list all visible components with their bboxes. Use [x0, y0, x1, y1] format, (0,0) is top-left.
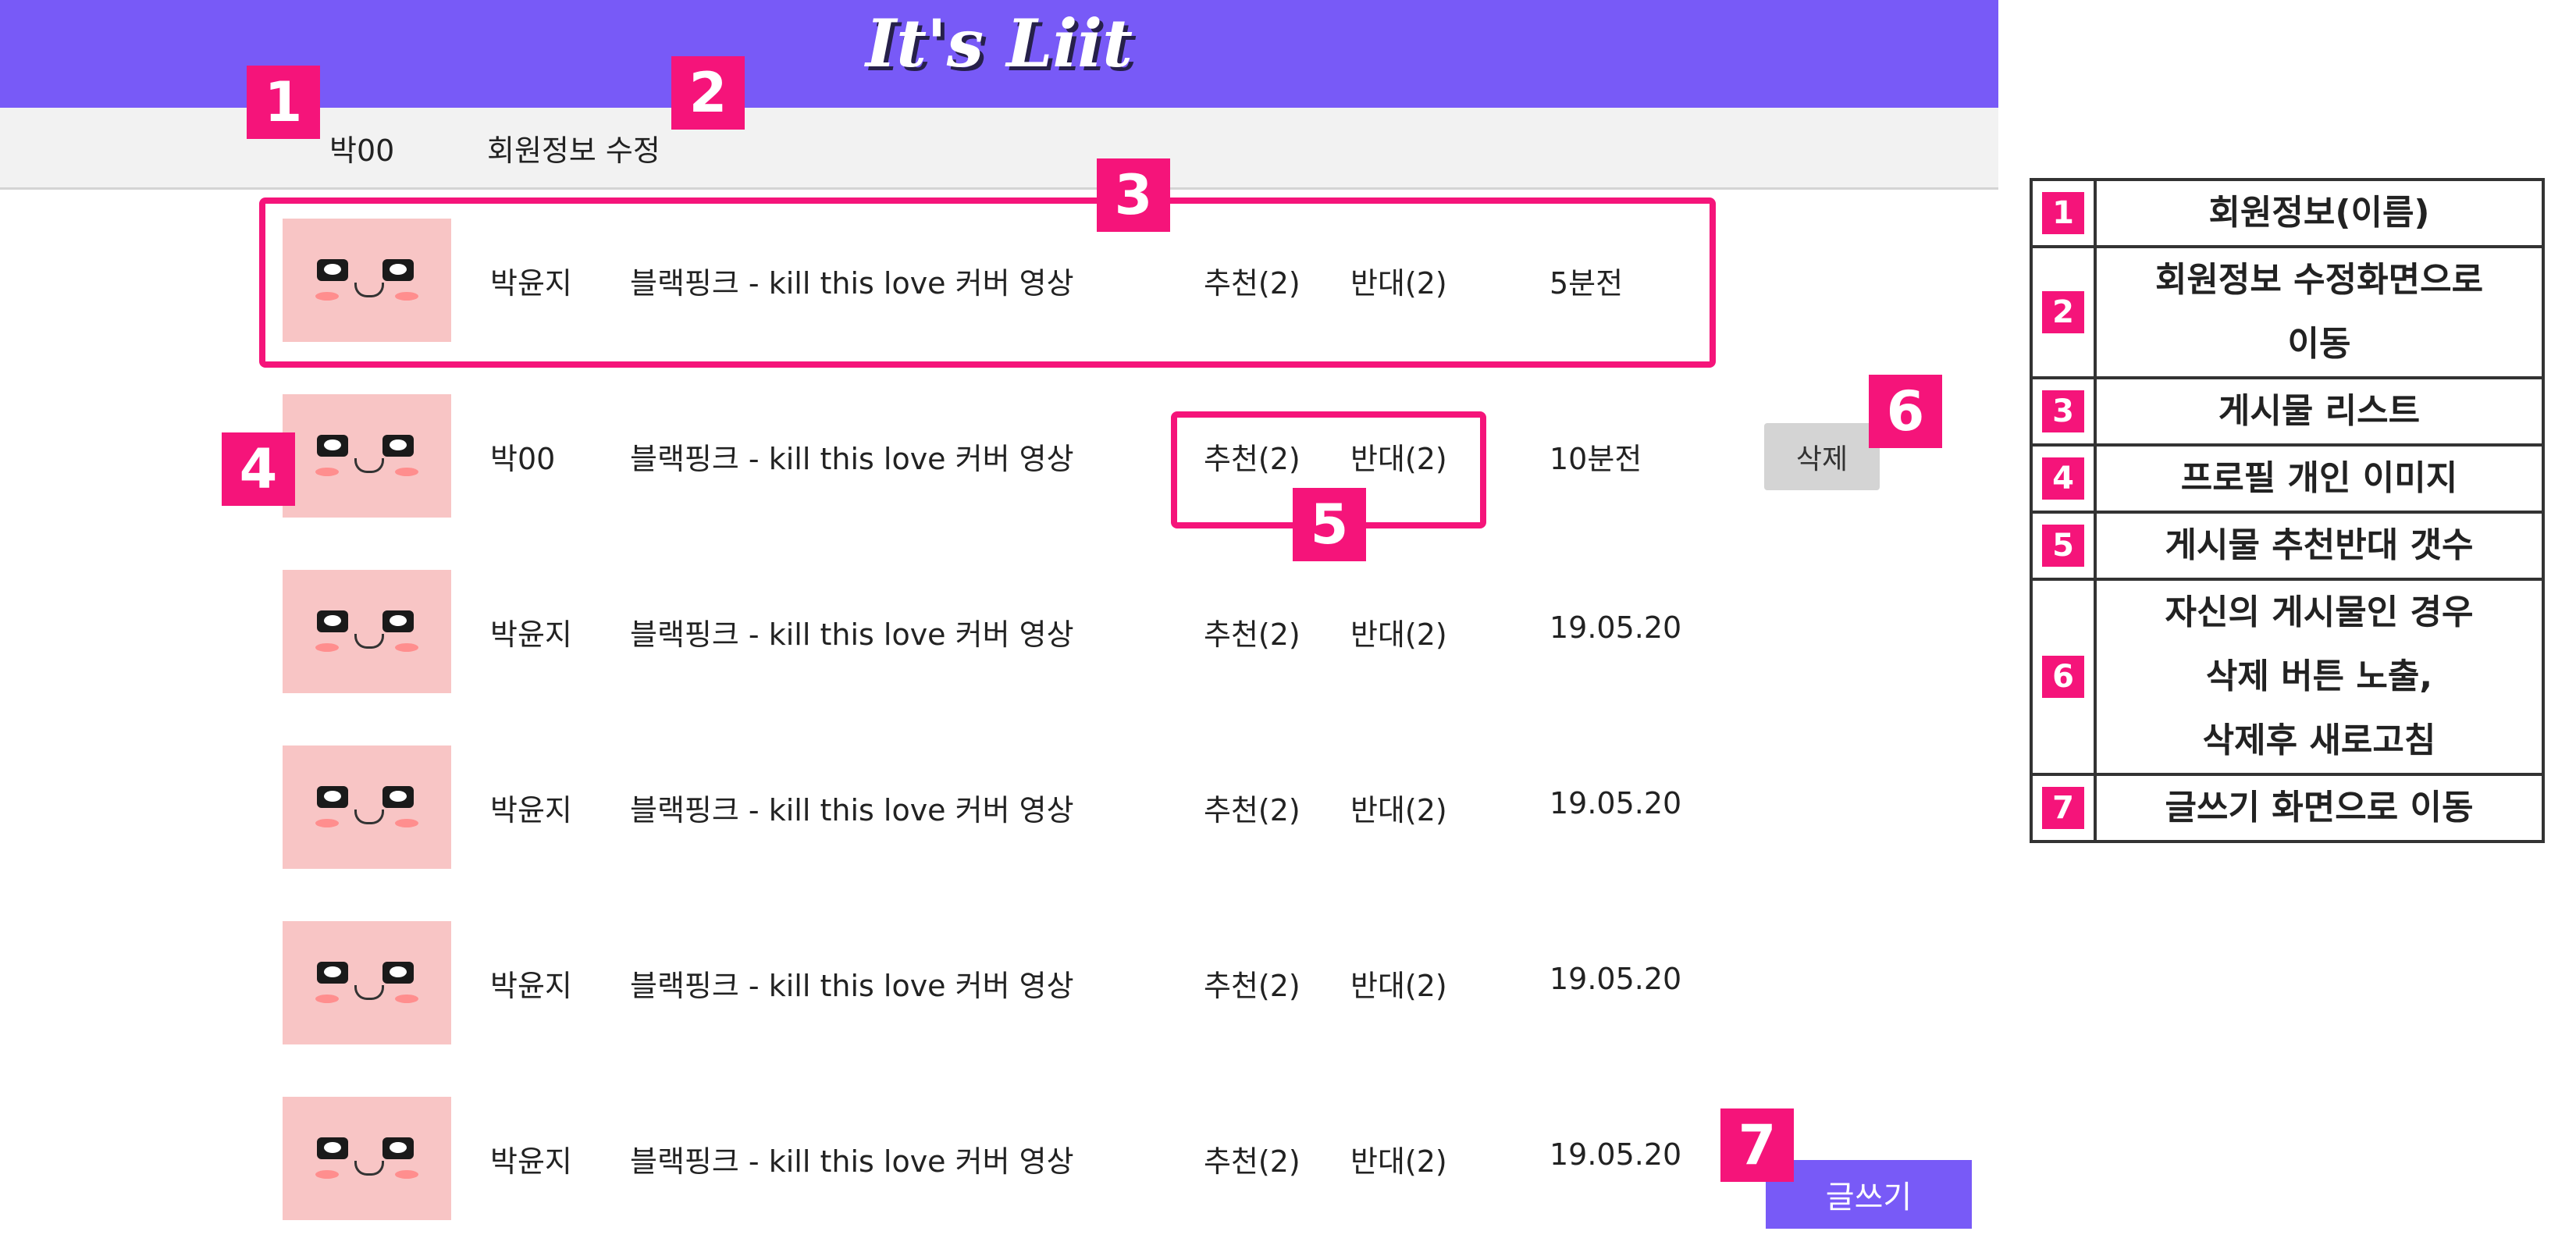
write-button[interactable]: 글쓰기 — [1766, 1160, 1972, 1229]
annotation-badge: 3 — [1097, 158, 1170, 232]
avatar-blush-left — [315, 819, 339, 827]
legend-row: 2 회원정보 수정화면으로 이동 — [2030, 245, 2545, 379]
avatar-blush-left — [315, 1170, 339, 1179]
legend-row: 7 글쓰기 화면으로 이동 — [2030, 773, 2545, 843]
member-edit-link[interactable]: 회원정보 수정 — [487, 126, 660, 169]
profile-avatar — [283, 1097, 451, 1220]
legend-badge: 1 — [2042, 192, 2084, 234]
avatar-eye-right — [382, 962, 414, 984]
legend-row: 5 게시물 추천반대 갯수 — [2030, 511, 2545, 581]
annotation-badge: 2 — [671, 56, 745, 130]
legend-text: 게시물 리스트 — [2094, 376, 2545, 447]
post-row[interactable]: 박윤지 블랙핑크 - kill this love 커버 영상 추천(2) 반대… — [0, 1097, 1998, 1222]
post-time: 19.05.20 — [1550, 962, 1682, 996]
avatar-mouth — [354, 458, 384, 473]
annotation-badge: 6 — [1869, 375, 1942, 448]
recommend-count[interactable]: 추천(2) — [1204, 1137, 1300, 1180]
avatar-eye-left — [317, 610, 348, 632]
profile-avatar — [283, 570, 451, 693]
avatar-blush-right — [395, 1170, 418, 1179]
annotation-legend: 1 회원정보(이름) 2 회원정보 수정화면으로 이동 3 게시물 리스트 4 … — [2030, 178, 2545, 843]
annotation-badge: 7 — [1720, 1108, 1794, 1182]
oppose-count[interactable]: 반대(2) — [1350, 962, 1447, 1005]
avatar-blush-left — [315, 643, 339, 652]
profile-avatar — [283, 394, 451, 518]
post-author: 박00 — [490, 442, 556, 476]
annotation-badge: 1 — [247, 66, 320, 139]
post-author: 박윤지 — [490, 1144, 572, 1179]
legend-badge: 7 — [2042, 787, 2084, 829]
annotation-box-post-list — [259, 197, 1716, 368]
avatar-blush-right — [395, 819, 418, 827]
avatar-blush-left — [315, 468, 339, 476]
legend-row: 6 자신의 게시물인 경우 삭제 버튼 노출, 삭제후 새로고침 — [2030, 578, 2545, 776]
profile-avatar — [283, 745, 451, 869]
avatar-eye-left — [317, 435, 348, 457]
post-title[interactable]: 블랙핑크 - kill this love 커버 영상 — [630, 1137, 1074, 1180]
avatar-blush-right — [395, 643, 418, 652]
legend-text: 회원정보 수정화면으로 이동 — [2094, 245, 2545, 379]
legend-row: 4 프로필 개인 이미지 — [2030, 443, 2545, 514]
avatar-eye-right — [382, 1137, 414, 1159]
avatar-blush-right — [395, 468, 418, 476]
member-name: 박00 — [329, 133, 395, 168]
annotation-badge: 4 — [222, 432, 295, 506]
post-row[interactable]: 박윤지 블랙핑크 - kill this love 커버 영상 추천(2) 반대… — [0, 745, 1998, 870]
legend-badge: 4 — [2042, 457, 2084, 500]
delete-button[interactable]: 삭제 — [1764, 423, 1880, 490]
post-row[interactable]: 박윤지 블랙핑크 - kill this love 커버 영상 추천(2) 반대… — [0, 921, 1998, 1046]
legend-text: 게시물 추천반대 갯수 — [2094, 511, 2545, 581]
avatar-eye-right — [382, 435, 414, 457]
legend-badge: 2 — [2042, 291, 2084, 333]
legend-row: 1 회원정보(이름) — [2030, 178, 2545, 248]
legend-badge: 6 — [2042, 656, 2084, 698]
post-author: 박윤지 — [490, 617, 572, 652]
avatar-mouth — [354, 634, 384, 649]
legend-text: 프로필 개인 이미지 — [2094, 443, 2545, 514]
post-title[interactable]: 블랙핑크 - kill this love 커버 영상 — [630, 786, 1074, 829]
avatar-eye-right — [382, 610, 414, 632]
recommend-count[interactable]: 추천(2) — [1204, 962, 1300, 1005]
post-author: 박윤지 — [490, 793, 572, 827]
avatar-mouth — [354, 1161, 384, 1176]
post-title[interactable]: 블랙핑크 - kill this love 커버 영상 — [630, 610, 1074, 653]
oppose-count[interactable]: 반대(2) — [1350, 786, 1447, 829]
legend-badge: 3 — [2042, 390, 2084, 432]
post-time: 19.05.20 — [1550, 786, 1682, 820]
legend-text: 글쓰기 화면으로 이동 — [2094, 773, 2545, 843]
post-time: 19.05.20 — [1550, 1137, 1682, 1172]
oppose-count[interactable]: 반대(2) — [1350, 1137, 1447, 1180]
recommend-count[interactable]: 추천(2) — [1204, 786, 1300, 829]
legend-row: 3 게시물 리스트 — [2030, 376, 2545, 447]
avatar-eye-left — [317, 962, 348, 984]
post-row[interactable]: 박00 블랙핑크 - kill this love 커버 영상 추천(2) 반대… — [0, 394, 1998, 519]
legend-text: 자신의 게시물인 경우 삭제 버튼 노출, 삭제후 새로고침 — [2094, 578, 2545, 776]
avatar-blush-left — [315, 995, 339, 1003]
avatar-mouth — [354, 810, 384, 824]
legend-text: 회원정보(이름) — [2094, 178, 2545, 248]
avatar-blush-right — [395, 995, 418, 1003]
legend-badge: 5 — [2042, 525, 2084, 567]
post-time: 19.05.20 — [1550, 610, 1682, 645]
oppose-count[interactable]: 반대(2) — [1350, 610, 1447, 653]
post-title[interactable]: 블랙핑크 - kill this love 커버 영상 — [630, 962, 1074, 1005]
avatar-eye-left — [317, 1137, 348, 1159]
avatar-mouth — [354, 985, 384, 1000]
avatar-eye-left — [317, 786, 348, 808]
post-title[interactable]: 블랙핑크 - kill this love 커버 영상 — [630, 435, 1074, 478]
profile-avatar — [283, 921, 451, 1044]
avatar-eye-right — [382, 786, 414, 808]
recommend-count[interactable]: 추천(2) — [1204, 610, 1300, 653]
annotation-badge: 5 — [1293, 488, 1366, 561]
post-author: 박윤지 — [490, 969, 572, 1003]
post-time: 10분전 — [1550, 442, 1642, 476]
post-row[interactable]: 박윤지 블랙핑크 - kill this love 커버 영상 추천(2) 반대… — [0, 570, 1998, 695]
